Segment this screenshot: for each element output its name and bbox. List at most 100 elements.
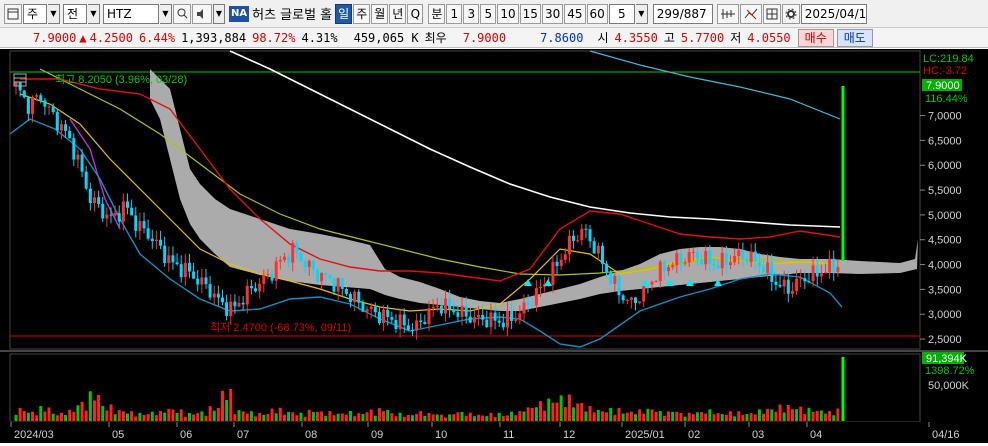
volume-bar — [609, 407, 613, 421]
x-tick-label: 03 — [752, 429, 764, 441]
x-tick-label: 04/16 — [932, 429, 960, 441]
type-select[interactable]: 주 — [23, 3, 47, 24]
volume-bar — [667, 411, 671, 421]
interval-15-button[interactable]: 15 — [519, 3, 541, 24]
candle-body — [753, 251, 757, 262]
chevron-down-icon[interactable]: ▼ — [88, 3, 100, 24]
interval-1-button[interactable]: 1 — [446, 3, 463, 24]
volume-bar — [365, 412, 369, 421]
candle-body — [47, 106, 51, 108]
chevron-down-icon[interactable]: ▼ — [635, 3, 648, 24]
period-minute-button[interactable]: 분 — [428, 3, 446, 24]
candle-body — [183, 262, 187, 278]
volume-bar — [497, 412, 501, 421]
candle-body — [163, 245, 167, 264]
bars-icon[interactable] — [716, 3, 739, 24]
lc-label: LC:219.84 — [923, 53, 974, 65]
sell-button[interactable]: 매도 — [836, 28, 873, 47]
chart-area[interactable]: 최고 8.2050 (3.96%, 03/28) 최저 2.4700 (-68.… — [0, 49, 988, 443]
candle-body — [667, 267, 671, 272]
candle-body — [270, 273, 274, 281]
volume-bar — [572, 407, 576, 421]
chevron-down-icon[interactable]: ▼ — [48, 3, 60, 24]
candle-body — [605, 263, 609, 273]
volume-bar — [373, 415, 377, 421]
gear-icon[interactable] — [781, 3, 800, 24]
date-input[interactable]: 2025/04/1 — [800, 3, 867, 24]
search-icon[interactable] — [173, 3, 191, 24]
volume-bar — [786, 404, 790, 421]
volume-bar — [605, 412, 609, 421]
candle-body — [563, 254, 567, 260]
x-tick-label: 06 — [180, 429, 192, 441]
candle-body — [683, 262, 687, 264]
volume-bar — [113, 414, 117, 421]
candle-body — [522, 302, 526, 314]
candle-body — [245, 285, 249, 305]
open-price: 4.3550 — [614, 30, 658, 45]
volume-bar — [216, 407, 220, 421]
volume-bar — [580, 402, 584, 421]
price-chart[interactable]: 최고 8.2050 (3.96%, 03/28) 최저 2.4700 (-68.… — [0, 49, 988, 443]
sub-select[interactable]: 전 — [63, 3, 87, 24]
candle-body — [332, 278, 336, 292]
candle-body — [390, 317, 394, 320]
volume-bar — [708, 409, 712, 421]
period-week-button[interactable]: 주 — [353, 3, 371, 24]
y-tick-label: 3,5000 — [928, 284, 962, 296]
volume-bar — [349, 411, 353, 421]
chevron-down-icon[interactable]: ▼ — [160, 3, 172, 24]
interval-60-button[interactable]: 60 — [586, 3, 608, 24]
window-icon[interactable] — [4, 3, 22, 24]
volume-bar — [14, 414, 18, 421]
interval-30-button[interactable]: 30 — [541, 3, 564, 24]
x-tick-label: 08 — [305, 429, 317, 441]
current-price-tag-text: 7.9000 — [926, 80, 960, 92]
speaker-icon[interactable] — [192, 3, 212, 24]
candle-body — [762, 266, 766, 273]
period-month-button[interactable]: 월 — [371, 3, 389, 24]
volume-bar — [353, 416, 357, 421]
volume-bar — [828, 411, 832, 421]
chart-zoom-icon[interactable] — [739, 3, 762, 24]
chevron-down-icon[interactable]: ▼ — [213, 3, 225, 24]
candle-body — [485, 319, 489, 328]
volume-bar — [452, 414, 456, 421]
buy-button[interactable]: 매수 — [797, 28, 834, 47]
candle-body — [439, 305, 443, 314]
candle-body — [55, 112, 59, 131]
candle-body — [757, 261, 761, 267]
y-tick-label: 3,0000 — [928, 309, 962, 321]
volume-bar — [146, 414, 150, 421]
period-quarter-button[interactable]: Q — [407, 3, 424, 24]
volume-bar — [39, 406, 43, 421]
volume-bar — [105, 410, 109, 421]
volume-bar — [390, 413, 394, 421]
candle-body — [200, 277, 204, 285]
interval-3-button[interactable]: 3 — [463, 3, 480, 24]
candle-body — [154, 239, 158, 241]
candle-body — [733, 255, 737, 263]
ticker-input[interactable]: HTZ — [103, 3, 159, 24]
candle-body — [212, 293, 216, 298]
grid-icon[interactable] — [762, 3, 781, 24]
interval-5-button[interactable]: 5 — [480, 3, 497, 24]
interval-45-button[interactable]: 45 — [564, 3, 586, 24]
count-field[interactable]: 299/887 — [652, 3, 713, 24]
volume-bar — [410, 415, 414, 421]
period-year-button[interactable]: 년 — [389, 3, 407, 24]
volume-bar — [394, 416, 398, 421]
candle-body — [444, 298, 448, 314]
candle-body — [766, 262, 770, 273]
interval-10-button[interactable]: 10 — [497, 3, 519, 24]
turnover-rate: 4.31% — [301, 30, 338, 45]
candle-body — [196, 278, 200, 285]
volume-bar — [505, 415, 509, 421]
volume-bar — [192, 414, 196, 421]
volume-bar — [55, 415, 59, 421]
period-day-button[interactable]: 일 — [335, 3, 353, 24]
interval-custom-input[interactable]: 5 — [608, 3, 635, 24]
volume-bar — [464, 415, 468, 421]
volume-bar — [836, 408, 840, 421]
volume-bar — [249, 411, 253, 421]
